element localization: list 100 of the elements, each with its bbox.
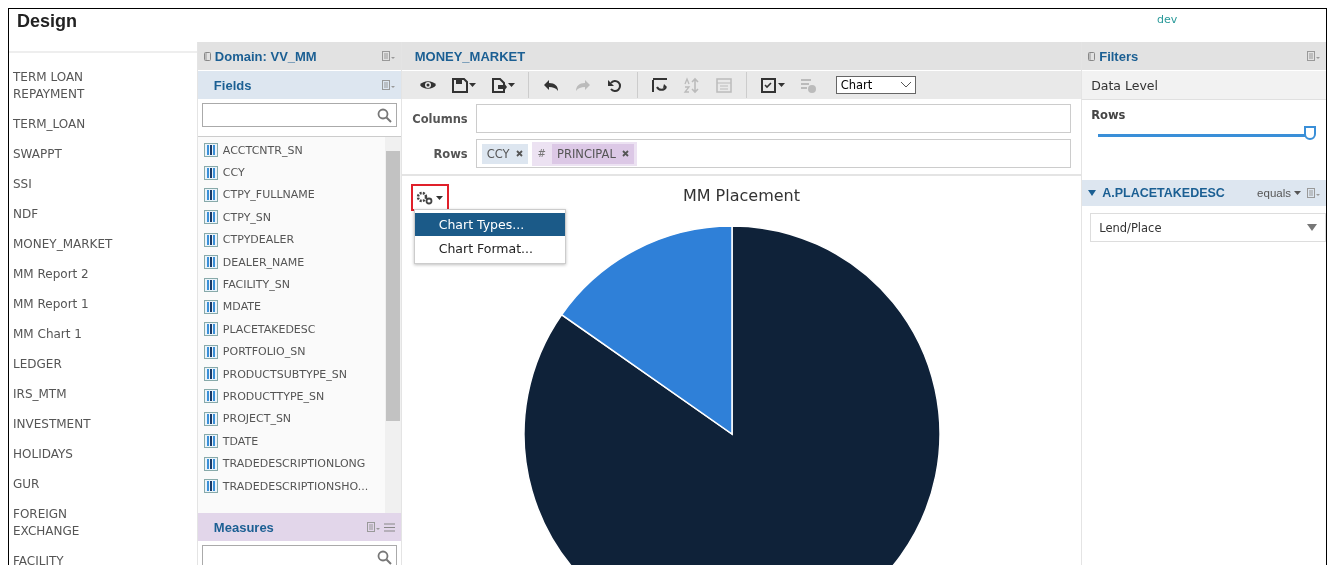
column-field-icon	[203, 344, 218, 359]
field-item[interactable]: PORTFOLIO_SN	[222, 345, 306, 359]
sidebar-item[interactable]: FACILITY	[9, 546, 123, 565]
column-field-icon	[203, 143, 218, 158]
page-title: Design	[16, 10, 78, 32]
field-item[interactable]: TRADEDESCRIPTIONLONG	[222, 457, 366, 471]
field-item[interactable]: CTPY_FULLNAME	[222, 188, 315, 202]
filter-value-select[interactable]: Lend/Place	[1090, 213, 1326, 242]
caret-icon	[468, 83, 476, 87]
sidebar-item[interactable]: MM Report 2	[9, 259, 123, 289]
rows-level-label: Rows	[1091, 108, 1126, 122]
menu-item[interactable]: Chart Format...	[414, 237, 565, 260]
operator-dropdown[interactable]: equals	[1257, 187, 1301, 199]
view-select[interactable]: Chart	[835, 76, 916, 94]
search-icon[interactable]	[376, 549, 392, 565]
sidebar-item[interactable]: MM Report 1	[9, 289, 123, 319]
field-item[interactable]: PRODUCTSUBTYPE_SN	[222, 367, 348, 381]
menu-icon[interactable]	[366, 522, 380, 532]
field-item[interactable]: CTPY_SN	[222, 210, 272, 224]
field-item[interactable]: ACCTCNTR_SN	[222, 143, 303, 157]
triangle-icon	[1307, 224, 1317, 231]
field-item[interactable]: TDATE	[222, 434, 259, 448]
column-field-icon	[203, 456, 218, 471]
search-icon[interactable]	[376, 107, 392, 123]
remove-icon[interactable]	[515, 150, 523, 157]
menu-icon[interactable]	[1307, 51, 1320, 61]
expand-icon[interactable]	[1088, 190, 1097, 196]
export-icon	[489, 76, 508, 94]
sidebar-item[interactable]: INVESTMENT	[9, 409, 123, 439]
slider-handle[interactable]	[1304, 125, 1316, 140]
checklist-icon	[759, 76, 778, 94]
list-icon[interactable]	[383, 522, 395, 532]
column-field-icon	[203, 479, 218, 494]
column-field-icon	[203, 322, 218, 337]
sidebar-item[interactable]: TERM LOAN REPAYMENT	[9, 62, 123, 109]
column-field-icon	[203, 434, 218, 449]
settings-button[interactable]	[410, 184, 449, 211]
caret-icon	[777, 83, 785, 87]
filter-help-icon	[798, 76, 817, 94]
column-field-icon	[203, 411, 218, 426]
panel-icon[interactable]	[1088, 51, 1096, 61]
measures-search-field[interactable]	[201, 545, 397, 565]
field-item[interactable]: CTPYDEALER	[222, 233, 295, 247]
chevron-icon	[900, 82, 911, 88]
sidebar-item[interactable]: MONEY_MARKET	[9, 229, 123, 259]
report-title: MONEY_MARKET	[413, 48, 526, 64]
sidebar-item[interactable]: SWAPPT	[9, 139, 123, 169]
pie-slice[interactable]	[560, 225, 733, 435]
menu-item[interactable]: Chart Types...	[414, 213, 565, 236]
sort-icon	[682, 76, 701, 94]
dimension-chip[interactable]: CCY	[481, 143, 528, 164]
caret-icon	[1294, 191, 1301, 195]
sidebar-item[interactable]: SSI	[9, 169, 123, 199]
field-item[interactable]: PRODUCTTYPE_SN	[222, 390, 325, 403]
scrollbar[interactable]	[384, 137, 401, 513]
field-item[interactable]: CCY	[222, 166, 245, 180]
columns-label: Columns	[411, 111, 469, 126]
swap-axes-icon	[650, 76, 669, 94]
field-item[interactable]: FACILITY_SN	[222, 278, 290, 292]
caret-icon	[436, 195, 444, 200]
sidebar-item[interactable]: TERM_LOAN	[9, 109, 123, 139]
fields-search-field[interactable]	[201, 103, 397, 127]
sidebar-item[interactable]: GUR	[9, 469, 123, 499]
sidebar-item[interactable]: LEDGER	[9, 349, 123, 379]
menu-icon[interactable]	[381, 51, 395, 61]
panel-icon[interactable]	[203, 51, 211, 61]
column-field-icon	[203, 165, 218, 180]
field-item[interactable]: MDATE	[222, 300, 261, 314]
filter-field-name: A.PLACETAKEDESC	[1102, 186, 1225, 200]
sidebar-item[interactable]: HOLIDAYS	[9, 439, 123, 469]
column-field-icon	[203, 299, 218, 314]
data-level-label: Data Level	[1082, 71, 1326, 100]
save-icon	[450, 76, 469, 94]
menu-icon[interactable]	[381, 80, 395, 90]
column-field-icon	[203, 210, 218, 225]
measure-chip[interactable]: PRINCIPAL	[552, 143, 634, 164]
gears-icon	[416, 190, 435, 205]
filters-title: Filters	[1099, 48, 1139, 64]
sidebar-item[interactable]: FOREIGN EXCHANGE	[9, 499, 123, 546]
rows-drop-zone[interactable]: CCY # PRINCIPAL	[475, 139, 1072, 168]
field-item[interactable]: PROJECT_SN	[222, 412, 292, 426]
column-field-icon	[203, 232, 218, 247]
field-item[interactable]: DEALER_NAME	[222, 255, 305, 269]
sidebar-item[interactable]: NDF	[9, 199, 123, 229]
remove-icon[interactable]	[621, 150, 629, 157]
caret-icon	[507, 83, 515, 87]
menu-icon[interactable]	[1307, 188, 1320, 198]
sidebar-item[interactable]: IRS_MTM	[9, 379, 123, 409]
measure-prefix: #	[536, 148, 546, 159]
column-field-icon	[203, 255, 218, 270]
column-field-icon	[203, 389, 218, 404]
environment-label: dev	[1157, 12, 1178, 26]
sidebar-item[interactable]: MM Chart 1	[9, 319, 123, 349]
layout-icon	[714, 76, 733, 94]
field-item[interactable]: PLACETAKEDESC	[222, 322, 316, 336]
column-field-icon	[203, 277, 218, 292]
fields-title: Fields	[212, 77, 252, 93]
chart-title: MM Placement	[682, 186, 800, 205]
field-item[interactable]: TRADEDESCRIPTIONSHO...	[222, 479, 369, 493]
column-field-icon	[203, 187, 218, 202]
